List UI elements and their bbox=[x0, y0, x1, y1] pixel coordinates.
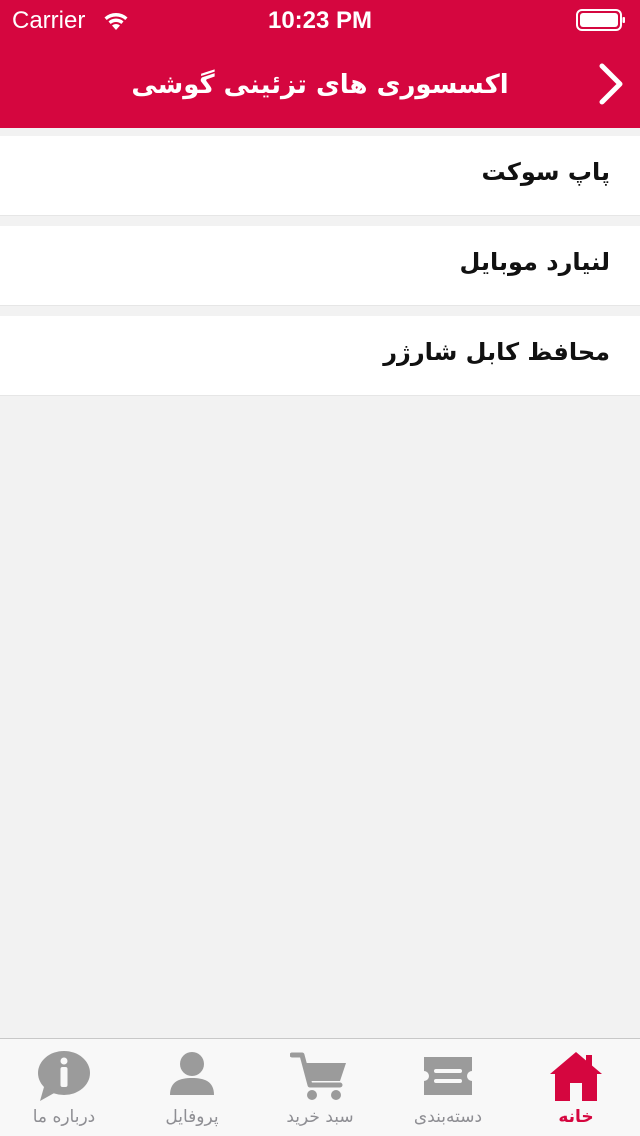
back-button[interactable] bbox=[592, 60, 632, 108]
battery-icon bbox=[576, 9, 625, 31]
tab-bar: درباره ما پروفایل سبد خرید bbox=[0, 1038, 640, 1136]
category-list: پاپ سوکت لنیارد موبایل محافظ کابل شارژر bbox=[0, 136, 640, 406]
home-icon bbox=[550, 1052, 602, 1101]
list-item-label: لنیارد موبایل bbox=[459, 248, 610, 276]
info-bubble-icon bbox=[38, 1051, 90, 1101]
list-item-cable-protector[interactable]: محافظ کابل شارژر bbox=[0, 316, 640, 396]
person-icon bbox=[170, 1052, 214, 1095]
app-screen: Carrier 10:23 PM اکسسوری های تزئینی گوشی bbox=[0, 0, 640, 1136]
tab-label: درباره ما bbox=[32, 1107, 96, 1127]
status-time: 10:23 PM bbox=[267, 7, 373, 34]
page-title: اکسسوری های تزئینی گوشی bbox=[131, 70, 509, 100]
tab-label: خانه bbox=[558, 1107, 594, 1127]
header: Carrier 10:23 PM اکسسوری های تزئینی گوشی bbox=[0, 0, 640, 128]
cart-icon bbox=[290, 1052, 346, 1100]
list-item-label: محافظ کابل شارژر bbox=[383, 338, 610, 366]
category-ticket-icon bbox=[424, 1057, 472, 1095]
tab-cart[interactable]: سبد خرید bbox=[256, 1039, 384, 1136]
status-bar: Carrier 10:23 PM bbox=[0, 0, 640, 40]
tab-categories[interactable]: دسته‌بندی bbox=[384, 1039, 512, 1136]
list-item-pop-socket[interactable]: پاپ سوکت bbox=[0, 136, 640, 216]
tab-about-us[interactable]: درباره ما bbox=[0, 1039, 128, 1136]
chevron-right-icon bbox=[599, 63, 623, 105]
tab-label: دسته‌بندی bbox=[413, 1107, 483, 1127]
navigation-bar: اکسسوری های تزئینی گوشی bbox=[0, 40, 640, 128]
tab-home[interactable]: خانه bbox=[512, 1039, 640, 1136]
list-item-mobile-lanyard[interactable]: لنیارد موبایل bbox=[0, 226, 640, 306]
list-item-label: پاپ سوکت bbox=[481, 158, 610, 186]
tab-label: پروفایل bbox=[165, 1107, 219, 1127]
tab-label: سبد خرید bbox=[286, 1107, 354, 1127]
tab-profile[interactable]: پروفایل bbox=[128, 1039, 256, 1136]
